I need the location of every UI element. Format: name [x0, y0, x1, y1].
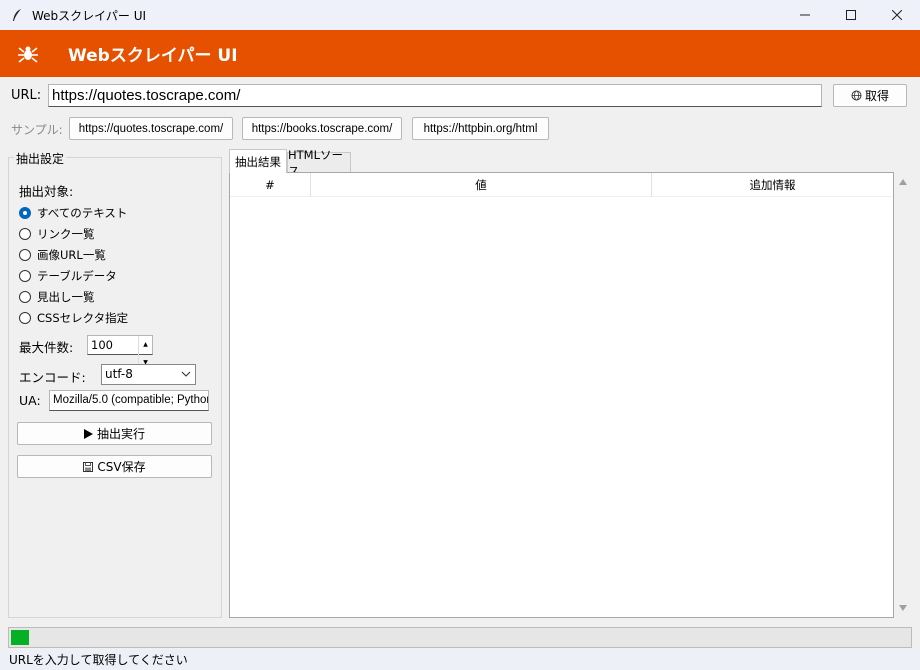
radio-headings[interactable]: 見出し一覧	[19, 289, 95, 305]
encoding-value: utf-8	[105, 367, 133, 381]
settings-title: 抽出設定	[14, 150, 67, 167]
csv-save-button[interactable]: CSV保存	[17, 455, 212, 478]
app-header: Webスクレイパー UI	[0, 30, 920, 77]
feather-icon	[10, 8, 24, 22]
results-scrollbar[interactable]	[894, 172, 912, 618]
radio-label: CSSセレクタ指定	[37, 311, 129, 325]
spin-up-icon[interactable]: ▲	[138, 336, 152, 354]
play-icon	[83, 428, 93, 439]
target-label: 抽出対象:	[19, 184, 74, 199]
max-count-label: 最大件数:	[19, 340, 74, 355]
url-row: URL: https://quotes.toscrape.com/ 取得	[0, 84, 920, 108]
fetch-button-label: 取得	[864, 89, 889, 103]
chevron-down-icon	[181, 368, 191, 380]
table-header: # 値 追加情報	[230, 173, 893, 197]
sample-row: サンプル: https://quotes.toscrape.com/ https…	[0, 117, 920, 141]
radio-label: 画像URL一覧	[37, 248, 106, 262]
radio-indicator	[19, 249, 31, 261]
globe-icon	[851, 90, 862, 101]
maximize-button[interactable]	[828, 0, 874, 30]
sample-button-books[interactable]: https://books.toscrape.com/	[242, 117, 402, 140]
extract-settings-panel: 抽出設定 抽出対象: すべてのテキスト リンク一覧 画像URL一覧 テーブルデー…	[8, 150, 222, 618]
run-extract-button[interactable]: 抽出実行	[17, 422, 212, 445]
url-input[interactable]: https://quotes.toscrape.com/	[48, 84, 822, 107]
scroll-down-icon[interactable]	[894, 600, 912, 616]
fetch-button[interactable]: 取得	[833, 84, 907, 107]
radio-label: すべてのテキスト	[37, 206, 128, 220]
radio-links[interactable]: リンク一覧	[19, 226, 95, 242]
radio-indicator	[19, 312, 31, 324]
url-label: URL:	[11, 88, 42, 103]
column-header-index[interactable]: #	[230, 173, 311, 197]
radio-indicator	[19, 228, 31, 240]
tab-extract-results[interactable]: 抽出結果	[229, 149, 287, 173]
csv-save-label: CSV保存	[97, 460, 146, 474]
radio-indicator	[19, 207, 31, 219]
radio-indicator	[19, 270, 31, 282]
progress-fill	[11, 630, 29, 645]
column-header-extra-info[interactable]: 追加情報	[652, 173, 893, 197]
sample-label: サンプル:	[11, 123, 63, 137]
close-button[interactable]	[874, 0, 920, 30]
minimize-icon	[800, 14, 810, 16]
max-count-spinbox[interactable]: 100 ▲ ▼	[87, 335, 153, 372]
radio-table-data[interactable]: テーブルデータ	[19, 268, 117, 284]
spider-icon	[13, 44, 43, 64]
sample-button-quotes[interactable]: https://quotes.toscrape.com/	[69, 117, 233, 140]
radio-label: 見出し一覧	[37, 290, 95, 304]
results-table: # 値 追加情報	[229, 172, 894, 618]
max-count-row: 最大件数: 100 ▲ ▼	[19, 335, 219, 372]
radio-all-text[interactable]: すべてのテキスト	[19, 205, 127, 221]
maximize-icon	[846, 10, 856, 20]
window-title: Webスクレイパー UI	[32, 8, 147, 23]
user-agent-label: UA:	[19, 393, 41, 408]
radio-label: テーブルデータ	[37, 269, 117, 283]
encoding-select[interactable]: utf-8	[101, 364, 196, 385]
close-icon	[892, 10, 902, 20]
user-agent-row: UA: Mozilla/5.0 (compatible; Python	[19, 389, 219, 411]
tab-html-source[interactable]: HTMLソース	[287, 148, 351, 178]
sample-button-httpbin[interactable]: https://httpbin.org/html	[412, 117, 549, 140]
max-count-value: 100	[91, 338, 113, 352]
encoding-row: エンコード: utf-8	[19, 364, 219, 385]
user-agent-input[interactable]: Mozilla/5.0 (compatible; Python	[49, 390, 209, 411]
radio-indicator	[19, 291, 31, 303]
radio-label: リンク一覧	[37, 227, 95, 241]
column-header-value[interactable]: 値	[311, 173, 652, 197]
header-title: Webスクレイパー UI	[68, 46, 238, 66]
radio-image-urls[interactable]: 画像URL一覧	[19, 247, 106, 263]
run-extract-label: 抽出実行	[96, 427, 145, 441]
progress-bar	[8, 627, 912, 648]
minimize-button[interactable]	[782, 0, 828, 30]
radio-css-selector[interactable]: CSSセレクタ指定	[19, 310, 128, 326]
scroll-up-icon[interactable]	[894, 174, 912, 190]
floppy-icon	[83, 461, 94, 472]
encoding-label: エンコード:	[19, 370, 86, 385]
status-bar: URLを入力して取得してください	[0, 650, 920, 670]
window-titlebar: Webスクレイパー UI	[0, 0, 920, 30]
